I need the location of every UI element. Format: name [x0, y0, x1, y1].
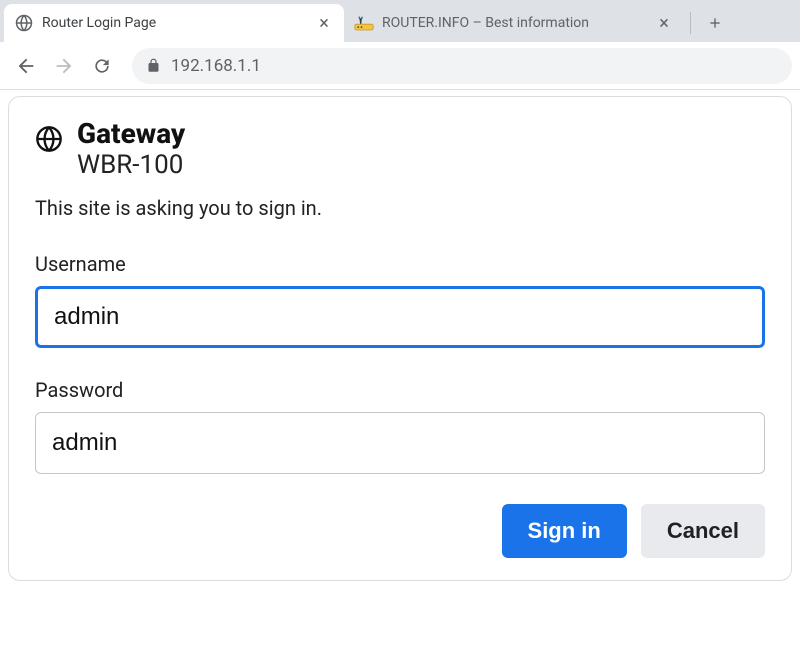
tab-strip: Router Login Page × ROUTER.INFO – Best i…: [0, 0, 800, 42]
tab-separator: [690, 12, 691, 34]
router-favicon-icon: [354, 13, 374, 33]
close-icon[interactable]: ×: [314, 13, 334, 33]
globe-icon: [35, 119, 63, 157]
address-url: 192.168.1.1: [171, 56, 261, 76]
brand-model: WBR-100: [77, 150, 185, 180]
globe-icon: [14, 13, 34, 33]
username-input[interactable]: [35, 286, 765, 348]
address-bar[interactable]: 192.168.1.1: [132, 48, 792, 84]
tab-inactive[interactable]: ROUTER.INFO – Best information ×: [344, 4, 684, 42]
new-tab-button[interactable]: [701, 9, 729, 37]
brand-title: Gateway: [77, 119, 185, 150]
dialog-buttons: Sign in Cancel: [35, 504, 765, 558]
lock-icon: [146, 58, 161, 73]
back-button[interactable]: [8, 48, 44, 84]
signin-prompt: This site is asking you to sign in.: [35, 196, 765, 220]
tab-active[interactable]: Router Login Page ×: [4, 4, 344, 42]
close-icon[interactable]: ×: [654, 13, 674, 33]
username-field-block: Username: [35, 252, 765, 348]
dialog-header: Gateway WBR-100: [35, 119, 765, 180]
page-content: Gateway WBR-100 This site is asking you …: [0, 90, 800, 587]
forward-button[interactable]: [46, 48, 82, 84]
password-field-block: Password: [35, 378, 765, 474]
signin-button[interactable]: Sign in: [502, 504, 627, 558]
cancel-button[interactable]: Cancel: [641, 504, 765, 558]
reload-button[interactable]: [84, 48, 120, 84]
auth-dialog: Gateway WBR-100 This site is asking you …: [8, 96, 792, 581]
password-label: Password: [35, 378, 765, 402]
username-label: Username: [35, 252, 765, 276]
browser-toolbar: 192.168.1.1: [0, 42, 800, 90]
password-input[interactable]: [35, 412, 765, 474]
tab-title: Router Login Page: [42, 15, 310, 31]
tab-title: ROUTER.INFO – Best information: [382, 15, 650, 31]
